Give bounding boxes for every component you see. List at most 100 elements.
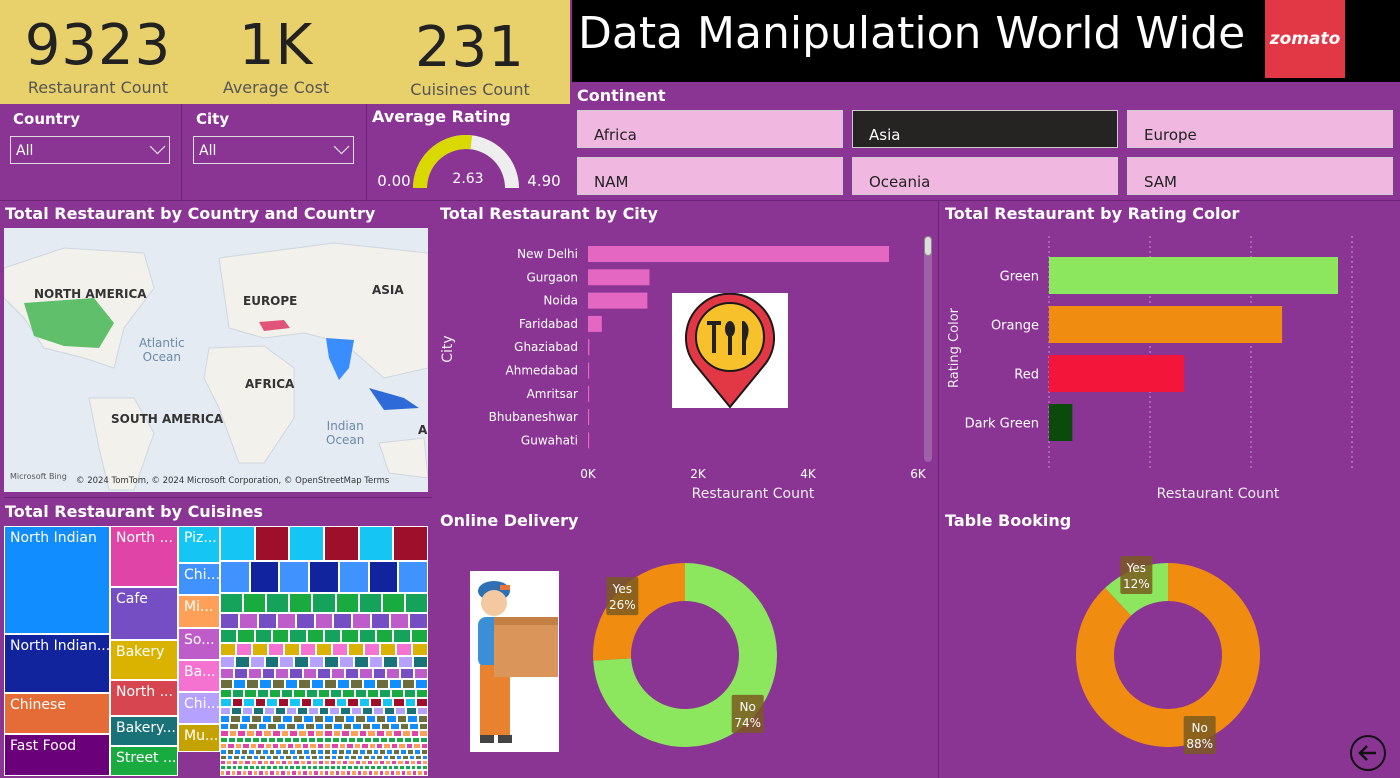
treemap-cell[interactable] (317, 689, 331, 698)
treemap-cell[interactable] (376, 730, 385, 737)
treemap-cell[interactable] (373, 707, 385, 715)
treemap-cell[interactable] (334, 715, 345, 723)
treemap-cell[interactable] (295, 613, 315, 629)
treemap-cell[interactable] (279, 656, 295, 668)
treemap-cell[interactable] (228, 730, 238, 737)
continent-option-oceania[interactable]: Oceania (852, 157, 1118, 195)
treemap-cell[interactable] (324, 526, 359, 561)
treemap-cell[interactable] (220, 613, 239, 629)
treemap-cell[interactable] (381, 593, 405, 613)
treemap-cell[interactable] (267, 723, 277, 730)
online-delivery-donut[interactable]: Yes 26% No 74% (585, 555, 785, 755)
treemap-cell[interactable] (362, 707, 374, 715)
treemap-cell[interactable]: North ... (110, 680, 178, 716)
treemap-cell[interactable] (220, 656, 235, 668)
treemap-cell[interactable] (380, 723, 391, 730)
treemap-cell[interactable] (358, 698, 371, 707)
treemap-cell[interactable] (386, 715, 397, 723)
treemap-cell[interactable] (351, 707, 363, 715)
treemap-cell[interactable] (289, 526, 324, 561)
treemap-cell[interactable] (251, 715, 262, 723)
treemap-cell[interactable] (415, 689, 428, 698)
city-chart-scrollbar[interactable] (924, 236, 932, 462)
treemap-cell[interactable] (249, 656, 265, 668)
treemap-cell[interactable] (254, 730, 264, 737)
treemap-cell[interactable] (335, 593, 359, 613)
treemap-cell[interactable] (259, 679, 272, 689)
treemap-cell[interactable] (281, 689, 294, 698)
treemap-cell[interactable] (422, 770, 428, 776)
treemap-cell[interactable] (335, 698, 348, 707)
treemap-cell[interactable] (332, 643, 348, 656)
treemap-cell[interactable] (257, 723, 268, 730)
treemap-cell[interactable] (398, 656, 414, 668)
treemap-cell[interactable]: Fast Food (4, 734, 110, 776)
treemap-cell[interactable] (366, 689, 380, 698)
treemap-cell[interactable] (252, 707, 264, 715)
treemap-cell[interactable] (352, 723, 362, 730)
treemap-cell[interactable] (338, 561, 369, 593)
treemap-cell[interactable] (238, 613, 258, 629)
treemap-cell[interactable] (318, 707, 330, 715)
continent-option-sam[interactable]: SAM (1127, 157, 1393, 195)
treemap-cell[interactable] (384, 707, 396, 715)
treemap-cell[interactable] (248, 723, 258, 730)
treemap-cell[interactable] (342, 689, 355, 698)
treemap-cell[interactable] (230, 707, 242, 715)
treemap-cell[interactable] (272, 679, 285, 689)
treemap-cell[interactable] (314, 613, 334, 629)
treemap-cell[interactable] (268, 643, 284, 656)
treemap-cell[interactable] (406, 707, 418, 715)
treemap-cell[interactable] (404, 593, 428, 613)
treemap-cell[interactable] (381, 698, 394, 707)
treemap-cell[interactable] (415, 679, 428, 689)
treemap-cell[interactable] (333, 723, 343, 730)
treemap-cell[interactable] (264, 656, 280, 668)
treemap-cell[interactable] (390, 723, 400, 730)
treemap-cell[interactable] (263, 707, 275, 715)
treemap-cell[interactable] (330, 689, 343, 698)
treemap-cell[interactable] (296, 707, 308, 715)
treemap-cell[interactable] (393, 526, 428, 561)
treemap-cell[interactable] (347, 698, 359, 707)
treemap-cell[interactable] (289, 668, 304, 679)
treemap-cell[interactable] (220, 593, 244, 613)
treemap-cell[interactable] (289, 698, 301, 707)
continent-option-asia[interactable]: Asia (852, 110, 1118, 148)
treemap-cell[interactable] (414, 668, 428, 679)
treemap-cell[interactable] (358, 593, 382, 613)
treemap-cell[interactable] (353, 656, 369, 668)
treemap-cell[interactable] (395, 707, 407, 715)
treemap-cell[interactable] (295, 723, 306, 730)
treemap-cell[interactable] (389, 679, 402, 689)
treemap-cell[interactable] (380, 643, 396, 656)
treemap-cell[interactable] (272, 715, 283, 723)
treemap-cell[interactable] (289, 730, 298, 737)
treemap-small-cells[interactable] (220, 526, 428, 776)
treemap-cell[interactable]: Chinese (4, 693, 110, 734)
treemap-cell[interactable] (305, 689, 318, 698)
treemap-cell[interactable] (371, 723, 381, 730)
treemap-cell[interactable] (229, 723, 239, 730)
treemap-cell[interactable] (220, 526, 255, 561)
treemap-cell[interactable] (412, 643, 428, 656)
map-attribution[interactable]: © 2024 TomTom, © 2024 Microsoft Corporat… (76, 476, 389, 486)
treemap-cell[interactable] (398, 561, 428, 593)
treemap-cell[interactable] (342, 723, 353, 730)
treemap-cell[interactable] (254, 526, 290, 561)
treemap-cell[interactable]: Piz... (178, 526, 220, 563)
treemap-cell[interactable] (231, 698, 244, 707)
treemap-cell[interactable] (230, 715, 241, 723)
treemap-cell[interactable] (352, 613, 372, 629)
treemap-cell[interactable] (254, 698, 267, 707)
continent-option-nam[interactable]: NAM (577, 157, 843, 195)
treemap-cell[interactable] (282, 715, 293, 723)
treemap-cell[interactable] (341, 629, 359, 643)
treemap-cell[interactable] (324, 629, 342, 643)
treemap-cell[interactable]: Street ... (110, 746, 178, 776)
treemap-cell[interactable] (286, 723, 296, 730)
rating-color-bar-chart[interactable]: Green Orange Red Dark Green Restaurant Count… (940, 228, 1400, 508)
treemap-cell[interactable] (365, 715, 376, 723)
treemap-cell[interactable] (303, 668, 318, 679)
treemap-cell[interactable] (241, 707, 253, 715)
